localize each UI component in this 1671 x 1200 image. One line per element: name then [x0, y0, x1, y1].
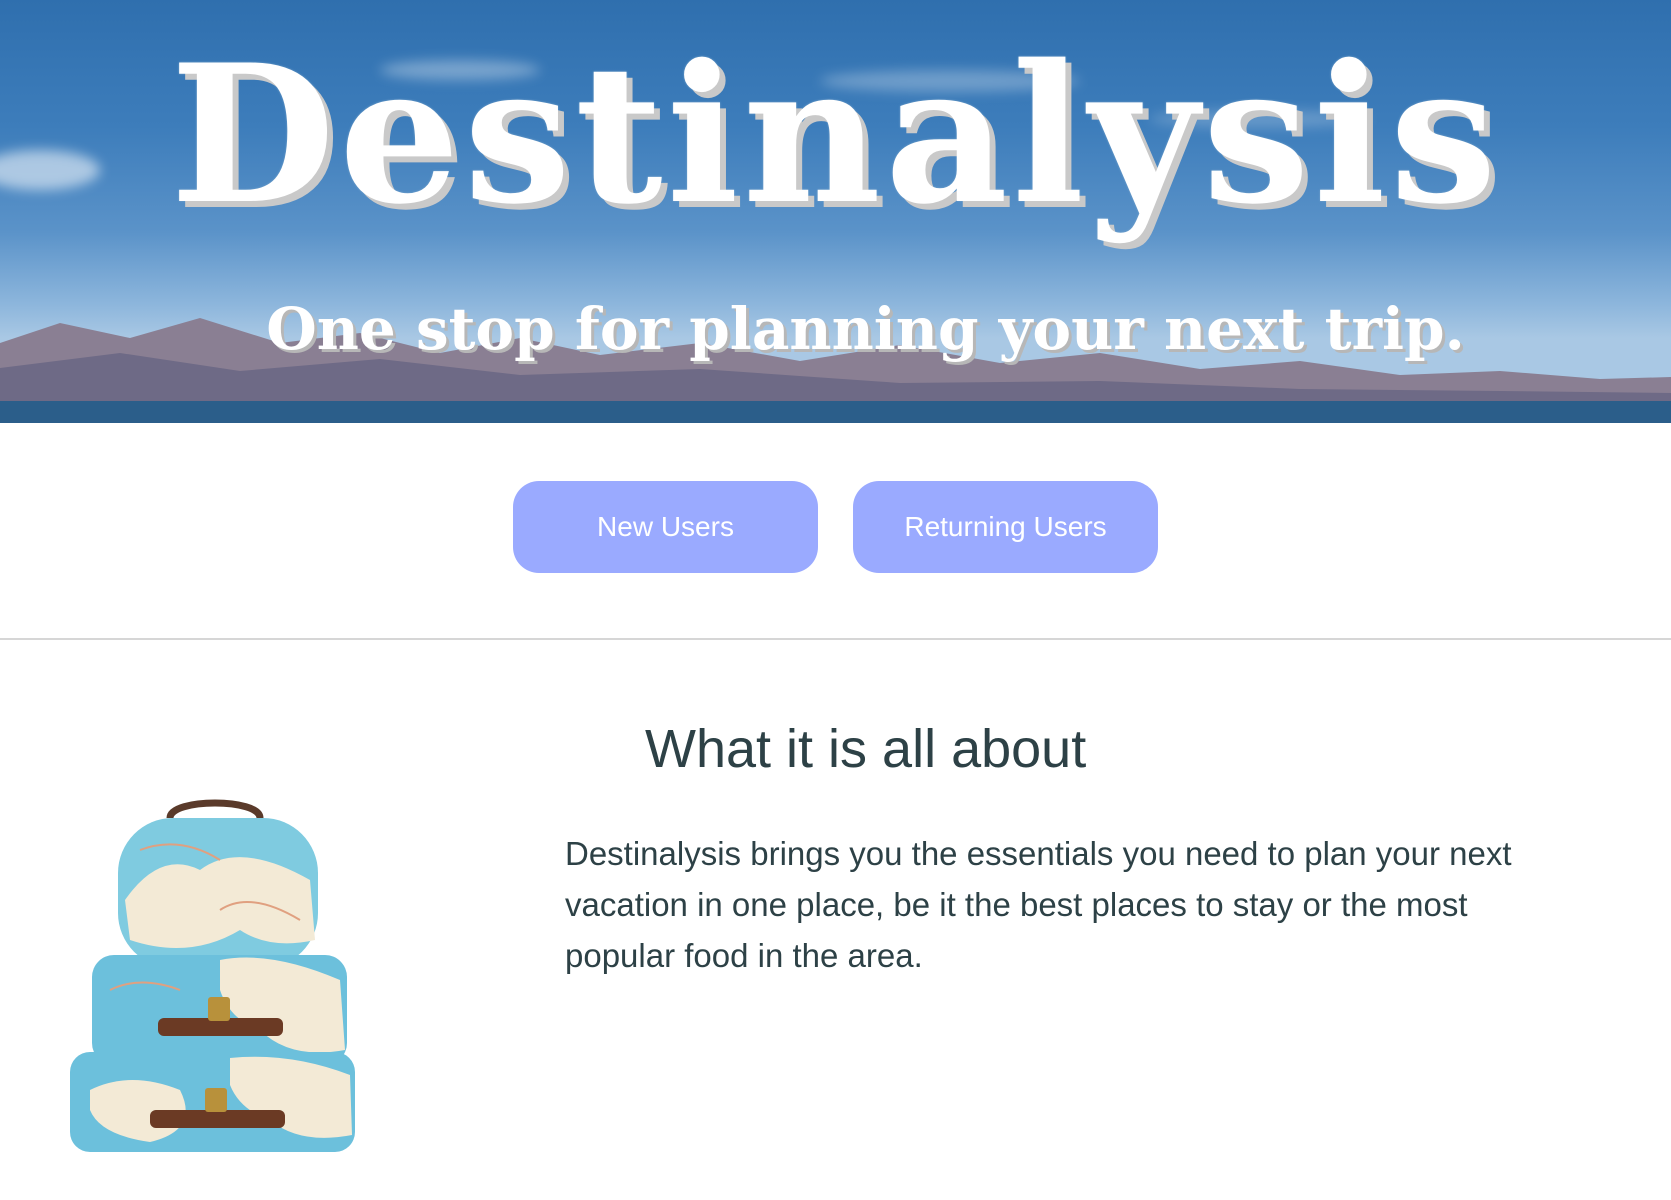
new-users-button[interactable]: New Users — [513, 481, 818, 573]
site-title: Destinalysis — [170, 23, 1501, 246]
site-tagline: One stop for planning your next trip. — [266, 295, 1465, 363]
auth-buttons: New Users Returning Users — [0, 481, 1671, 573]
hero-banner: Destinalysis One stop for planning your … — [0, 0, 1671, 423]
about-description: Destinalysis brings you the essentials y… — [565, 835, 1512, 974]
returning-users-button[interactable]: Returning Users — [853, 481, 1158, 573]
suitcases-illustration — [70, 799, 355, 1152]
section-divider — [0, 638, 1671, 640]
about-heading: What it is all about — [645, 719, 1087, 779]
